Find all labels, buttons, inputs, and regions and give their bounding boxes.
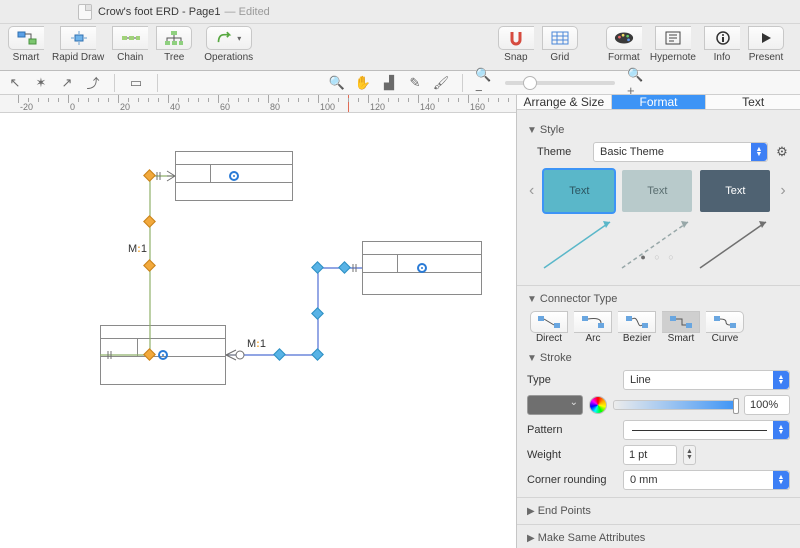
style-swatch[interactable]: Text	[622, 170, 692, 212]
opacity-slider[interactable]	[613, 400, 738, 410]
branch-tool[interactable]: ⤴	[84, 74, 102, 92]
inspector-tabs: Arrange & Size Format Text	[517, 95, 800, 110]
pattern-label: Pattern	[527, 424, 617, 436]
eyedropper-tool[interactable]: ✎	[406, 74, 424, 92]
operations-button[interactable]: ▾ Operations	[204, 26, 253, 63]
opacity-field[interactable]: 100%	[744, 395, 790, 415]
connector-direct-button[interactable]: Direct	[527, 311, 571, 344]
connector-arc-button[interactable]: Arc	[571, 311, 615, 344]
color-picker-button[interactable]	[589, 396, 607, 414]
tab-format[interactable]: Format	[612, 95, 707, 109]
snap-button[interactable]: Snap	[498, 26, 534, 63]
library-tool[interactable]: ▭	[127, 74, 145, 92]
tab-arrange[interactable]: Arrange & Size	[517, 95, 612, 109]
node-tool[interactable]: ✶	[32, 74, 50, 92]
stroke-type-label: Type	[527, 374, 617, 386]
document-status: — Edited	[225, 6, 270, 18]
present-button[interactable]: Present	[748, 26, 784, 63]
pan-tool[interactable]: ✋	[354, 74, 372, 92]
connector-tool[interactable]: ↗	[58, 74, 76, 92]
connector-bezier-button[interactable]: Bezier	[615, 311, 659, 344]
stroke-color-well[interactable]	[527, 395, 583, 415]
style-swatch[interactable]: Text	[544, 170, 614, 212]
pattern-select[interactable]: ▲▼	[623, 420, 790, 440]
stamp-tool[interactable]: ▟	[380, 74, 398, 92]
chain-button[interactable]: Chain	[112, 26, 148, 63]
corner-rounding-label: Corner rounding	[527, 474, 617, 486]
pointer-tool[interactable]: ↖	[6, 74, 24, 92]
weight-field[interactable]: 1 pt	[623, 445, 677, 465]
style-section-header[interactable]: ▼Style	[527, 124, 790, 136]
grid-button[interactable]: Grid	[542, 26, 578, 63]
theme-label: Theme	[537, 146, 587, 158]
connector-section-header[interactable]: ▼Connector Type	[527, 293, 790, 305]
format-panel-button[interactable]: Format	[606, 26, 642, 63]
style-prev-button[interactable]: ‹	[527, 182, 536, 200]
brush-tool[interactable]: 🖌	[432, 74, 450, 92]
tab-text[interactable]: Text	[706, 95, 800, 109]
zoom-in-button[interactable]: 🔍+	[627, 74, 645, 92]
connector-curve-button[interactable]: Curve	[703, 311, 747, 344]
zoom-slider[interactable]	[505, 81, 615, 85]
weight-label: Weight	[527, 449, 617, 461]
window-titlebar: Crow's foot ERD - Page1 — Edited	[0, 0, 800, 24]
theme-settings-button[interactable]: ⚙	[774, 144, 790, 160]
connector-line[interactable]	[0, 113, 516, 548]
canvas-area[interactable]: -20020406080100120140160180	[0, 95, 516, 548]
theme-select[interactable]: Basic Theme▲▼	[593, 142, 768, 162]
hypernote-button[interactable]: Hypernote	[650, 26, 696, 63]
smart-tool-button[interactable]: Smart	[8, 26, 44, 63]
corner-rounding-select[interactable]: 0 mm▲▼	[623, 470, 790, 490]
document-title: Crow's foot ERD - Page1	[98, 6, 221, 18]
main-toolbar: Smart Rapid Draw Chain Tree ▾ Operations…	[0, 24, 800, 71]
tree-button[interactable]: Tree	[156, 26, 192, 63]
make-same-section-header[interactable]: ▶Make Same Attributes	[527, 532, 790, 544]
info-button[interactable]: Info	[704, 26, 740, 63]
secondary-toolbar: ↖ ✶ ↗ ⤴ ▭ 🔍 ✋ ▟ ✎ 🖌 🔍− 🔍+	[0, 71, 800, 95]
connector-smart-button[interactable]: Smart	[659, 311, 703, 344]
rapid-draw-button[interactable]: Rapid Draw	[52, 26, 104, 63]
style-next-button[interactable]: ›	[778, 182, 787, 200]
stroke-section-header[interactable]: ▼Stroke	[527, 352, 790, 364]
endpoints-section-header[interactable]: ▶End Points	[527, 505, 790, 517]
zoom-tool[interactable]: 🔍	[328, 74, 346, 92]
style-swatch[interactable]: Text	[700, 170, 770, 212]
horizontal-ruler: -20020406080100120140160180	[0, 95, 516, 113]
inspector-panel: Arrange & Size Format Text ▼Style Theme …	[516, 95, 800, 548]
multiplicity-label[interactable]: M:1	[247, 338, 266, 350]
weight-stepper[interactable]: ▲▼	[683, 445, 696, 465]
zoom-out-button[interactable]: 🔍−	[475, 74, 493, 92]
stroke-type-select[interactable]: Line▲▼	[623, 370, 790, 390]
document-icon	[78, 4, 92, 20]
